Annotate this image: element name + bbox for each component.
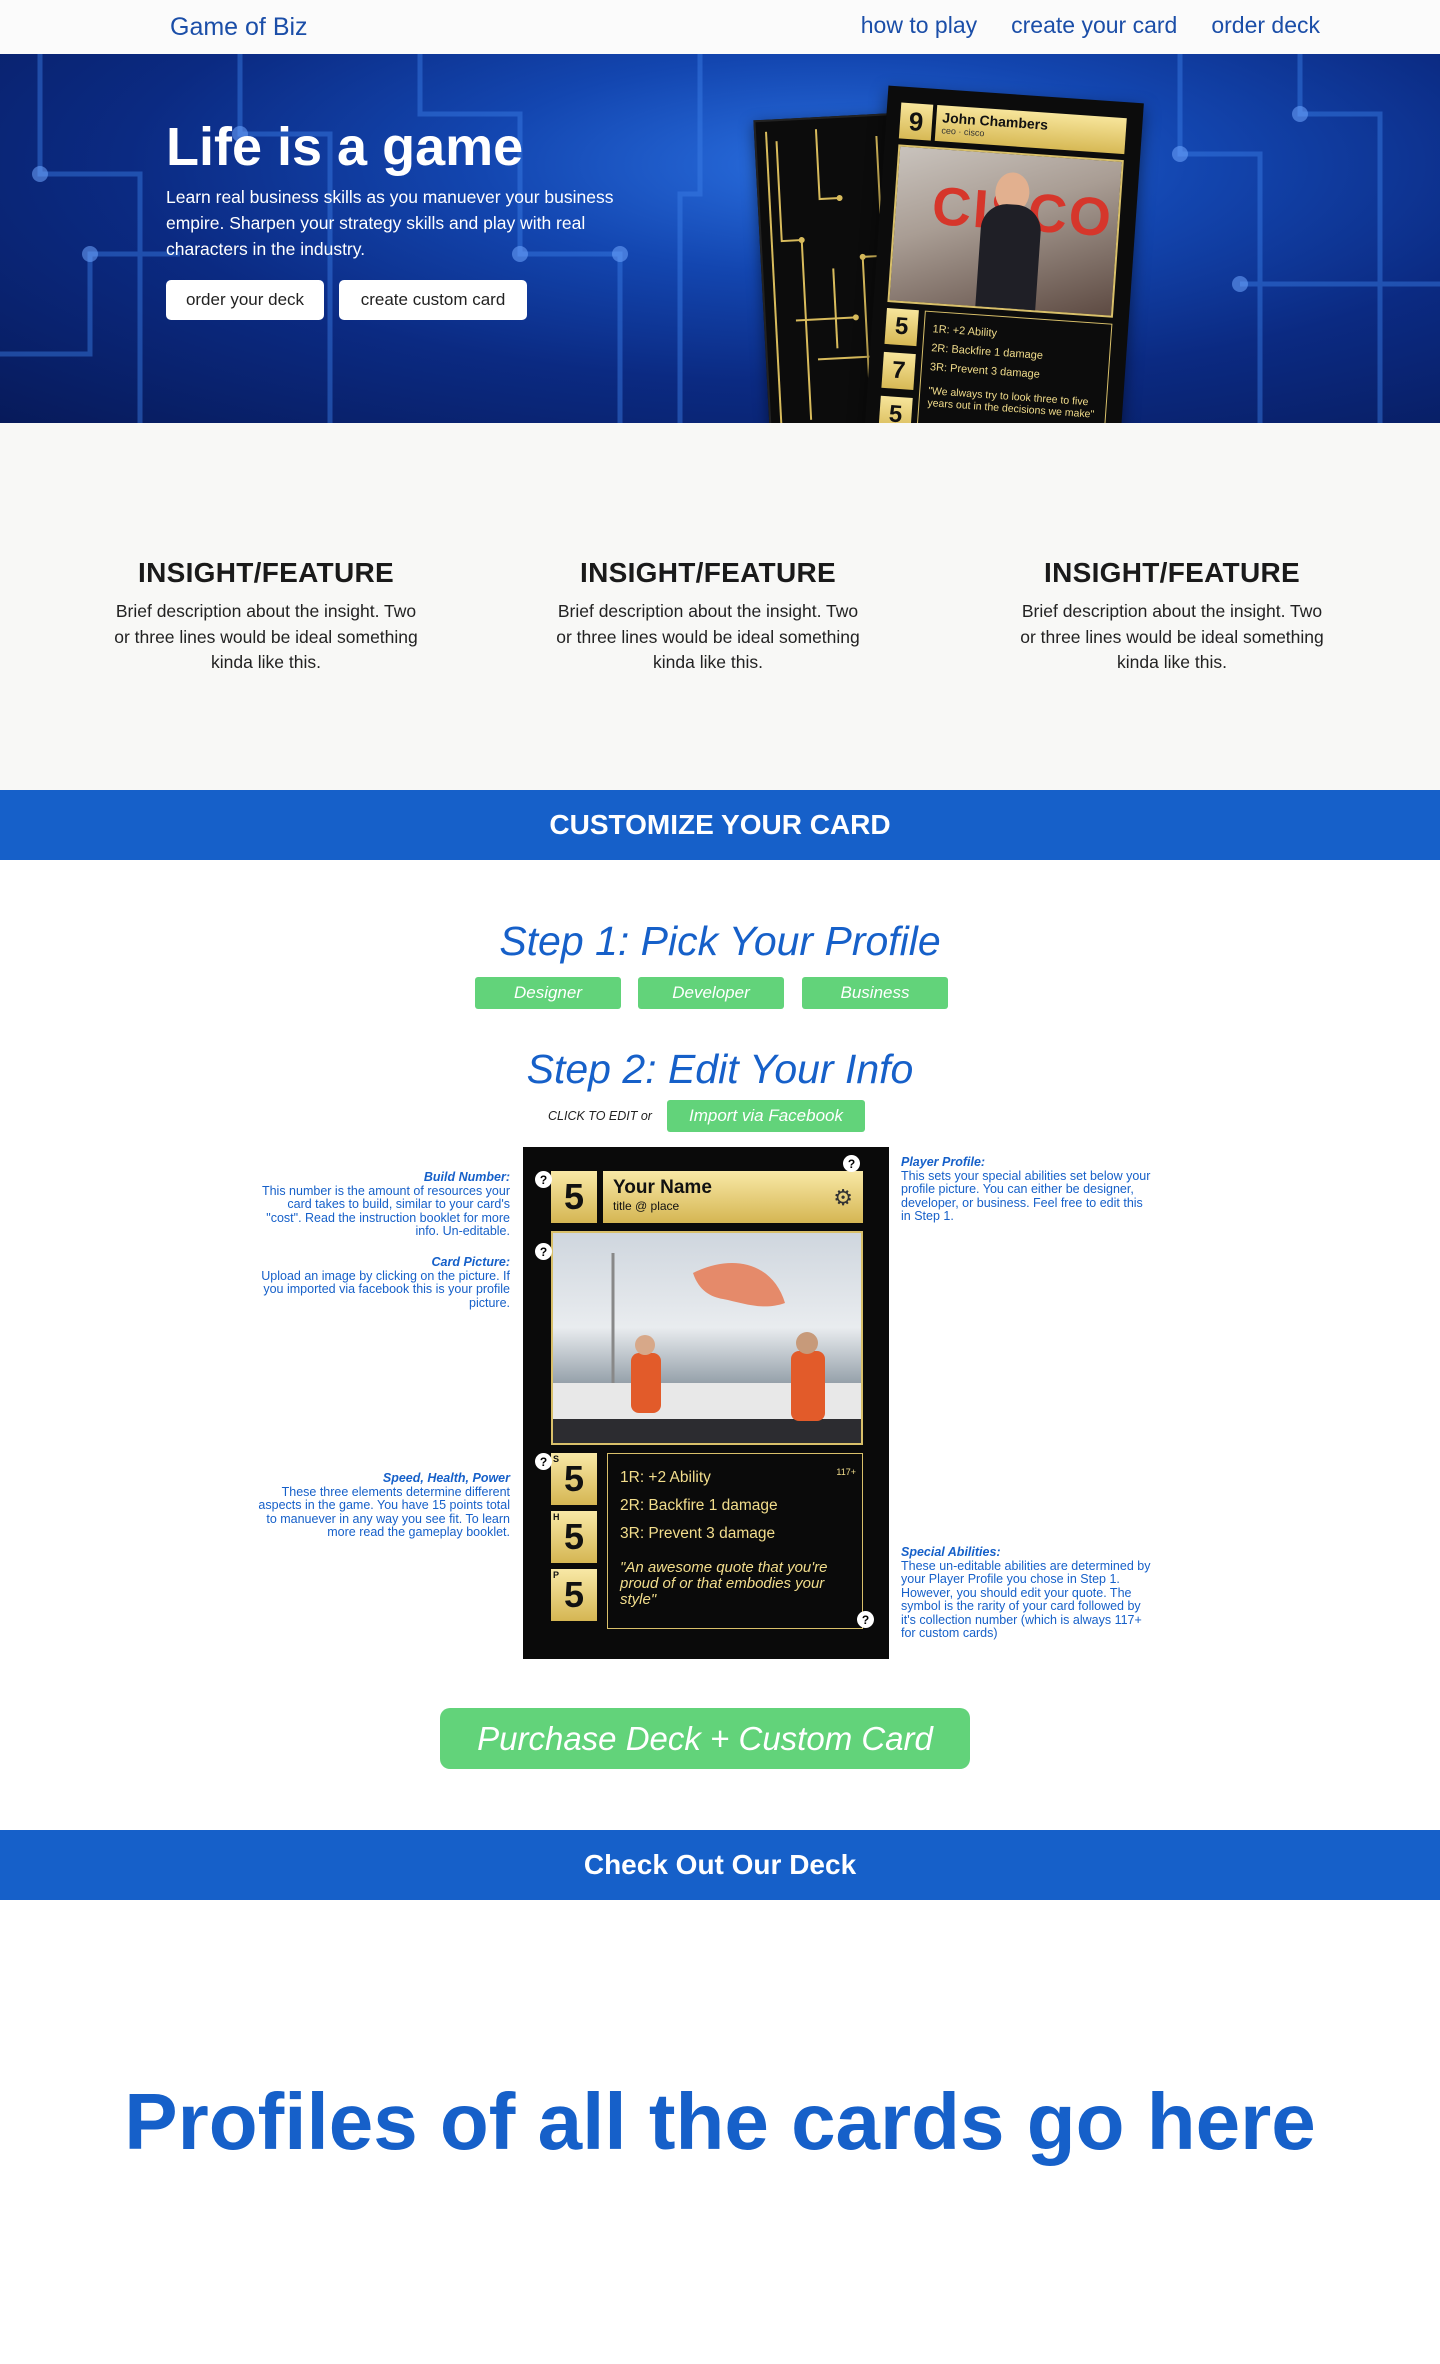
speed-label: S bbox=[553, 1454, 560, 1464]
customize-banner: CUSTOMIZE YOUR CARD bbox=[0, 790, 1440, 860]
nav-link-create-your-card[interactable]: create your card bbox=[1011, 12, 1177, 39]
card-rarity: 117+ bbox=[836, 1467, 856, 1477]
note-build-number-title: Build Number: bbox=[423, 1170, 510, 1184]
note-build-number-text: This number is the amount of resources y… bbox=[261, 1183, 510, 1238]
card-health-value[interactable]: 5 bbox=[564, 1516, 584, 1558]
nav-link-how-to-play[interactable]: how to play bbox=[861, 12, 977, 39]
insight-3: INSIGHT/FEATURE Brief description about … bbox=[1012, 557, 1332, 676]
profile-designer-button[interactable]: Designer bbox=[475, 977, 621, 1009]
note-player-profile-title: Player Profile: bbox=[901, 1155, 986, 1169]
sample-card-quote: "We always try to look three to five yea… bbox=[927, 385, 1095, 421]
card-name[interactable]: Your Name bbox=[613, 1177, 853, 1199]
step1-title: Step 1: Pick Your Profile bbox=[499, 918, 941, 964]
brand-logo[interactable]: Game of Biz bbox=[170, 13, 308, 42]
profile-people-icon: ⚙ bbox=[833, 1185, 853, 1210]
power-label: P bbox=[553, 1570, 560, 1580]
insight-title: INSIGHT/FEATURE bbox=[138, 557, 394, 588]
help-icon-card-picture[interactable]: ? bbox=[535, 1243, 552, 1260]
card-speed[interactable]: S 5 bbox=[551, 1453, 597, 1505]
card-name-plate[interactable]: Your Name title @ place ⚙ bbox=[603, 1171, 863, 1223]
sample-card-build-number: 9 bbox=[898, 102, 934, 141]
click-to-edit-label: CLICK TO EDIT or bbox=[548, 1109, 652, 1123]
note-special-abilities-title: Special Abilities: bbox=[901, 1545, 1001, 1559]
insight-text: Brief description about the insight. Two… bbox=[1020, 601, 1324, 672]
insight-text: Brief description about the insight. Two… bbox=[114, 601, 418, 672]
card-title[interactable]: title @ place bbox=[613, 1199, 853, 1213]
help-icon-build-number[interactable]: ? bbox=[535, 1171, 552, 1188]
card-build-number: 5 bbox=[551, 1171, 597, 1223]
note-card-picture: Card Picture: Upload an image by clickin… bbox=[258, 1255, 511, 1310]
card-ability-2: 2R: Backfire 1 damage bbox=[620, 1497, 778, 1514]
card-picture-scene bbox=[553, 1253, 861, 1443]
deck-banner: Check Out Our Deck bbox=[0, 1830, 1440, 1900]
create-custom-card-button[interactable]: create custom card bbox=[339, 280, 527, 320]
nav-links: how to play create your card order deck bbox=[861, 12, 1320, 39]
card-speed-value[interactable]: 5 bbox=[564, 1458, 584, 1500]
photo-person-body bbox=[975, 202, 1043, 315]
help-icon-stats[interactable]: ? bbox=[535, 1453, 552, 1470]
note-stats-title: Speed, Health, Power bbox=[382, 1471, 510, 1485]
hero-description: Learn real business skills as you manuev… bbox=[166, 187, 614, 259]
card-power[interactable]: P 5 bbox=[551, 1569, 597, 1621]
note-stats-text: These three elements determine different… bbox=[258, 1484, 510, 1539]
sample-player-card: 9 John Chambers ceo · cisco CISCO 5 7 5 … bbox=[862, 85, 1144, 481]
card-health[interactable]: H 5 bbox=[551, 1511, 597, 1563]
card-power-value[interactable]: 5 bbox=[564, 1574, 584, 1616]
note-stats: Speed, Health, Power These three element… bbox=[258, 1471, 510, 1540]
top-nav: Game of Biz how to play create your card… bbox=[0, 0, 1440, 54]
step2-title: Step 2: Edit Your Info bbox=[526, 1046, 914, 1092]
note-build-number: Build Number: This number is the amount … bbox=[258, 1170, 510, 1239]
note-card-picture-text: Upload an image by clicking on the pictu… bbox=[261, 1268, 510, 1310]
insight-title: INSIGHT/FEATURE bbox=[1044, 557, 1300, 588]
note-player-profile-text: This sets your special abilities set bel… bbox=[901, 1168, 1151, 1223]
profile-business-button[interactable]: Business bbox=[802, 977, 948, 1009]
sample-card-name-plate: John Chambers ceo · cisco bbox=[934, 104, 1127, 155]
card-picture[interactable] bbox=[551, 1231, 863, 1445]
insights-section: INSIGHT/FEATURE Brief description about … bbox=[0, 423, 1440, 790]
help-icon-player-profile[interactable]: ? bbox=[843, 1155, 860, 1172]
hero-section: Life is a game Learn real business skill… bbox=[0, 54, 1440, 423]
insight-title: INSIGHT/FEATURE bbox=[580, 557, 836, 588]
note-player-profile: Player Profile: This sets your special a… bbox=[901, 1155, 1151, 1224]
note-card-picture-title: Card Picture: bbox=[431, 1255, 511, 1269]
profiles-placeholder: Profiles of all the cards go here bbox=[124, 2077, 1316, 2166]
card-abilities: 117+ 1R: +2 Ability 2R: Backfire 1 damag… bbox=[607, 1453, 863, 1629]
note-special-abilities: Special Abilities: These un-editable abi… bbox=[901, 1545, 1151, 1641]
card-quote[interactable]: "An awesome quote that you're proud of o… bbox=[620, 1560, 850, 1608]
note-special-abilities-text: These un-editable abilities are determin… bbox=[901, 1558, 1151, 1640]
insight-1: INSIGHT/FEATURE Brief description about … bbox=[106, 557, 426, 676]
card-ability-3: 3R: Prevent 3 damage bbox=[620, 1525, 776, 1542]
insight-text: Brief description about the insight. Two… bbox=[556, 601, 860, 672]
import-facebook-button[interactable]: Import via Facebook bbox=[667, 1100, 865, 1132]
custom-card-editor: 5 Your Name title @ place ⚙ S 5 H 5 P 5 … bbox=[523, 1147, 889, 1659]
hero-title: Life is a game bbox=[166, 117, 524, 177]
order-deck-button[interactable]: order your deck bbox=[166, 280, 324, 320]
nav-link-order-deck[interactable]: order deck bbox=[1211, 12, 1320, 39]
sample-card-photo: CISCO bbox=[887, 144, 1124, 318]
insight-2: INSIGHT/FEATURE Brief description about … bbox=[548, 557, 868, 676]
sample-card-health: 7 bbox=[881, 351, 916, 391]
health-label: H bbox=[553, 1512, 560, 1522]
sample-card-speed: 5 bbox=[884, 307, 919, 347]
card-ability-1: 1R: +2 Ability bbox=[620, 1469, 711, 1486]
profile-developer-button[interactable]: Developer bbox=[638, 977, 784, 1009]
help-icon-special-abilities[interactable]: ? bbox=[857, 1611, 874, 1628]
purchase-deck-button[interactable]: Purchase Deck + Custom Card bbox=[440, 1708, 970, 1769]
